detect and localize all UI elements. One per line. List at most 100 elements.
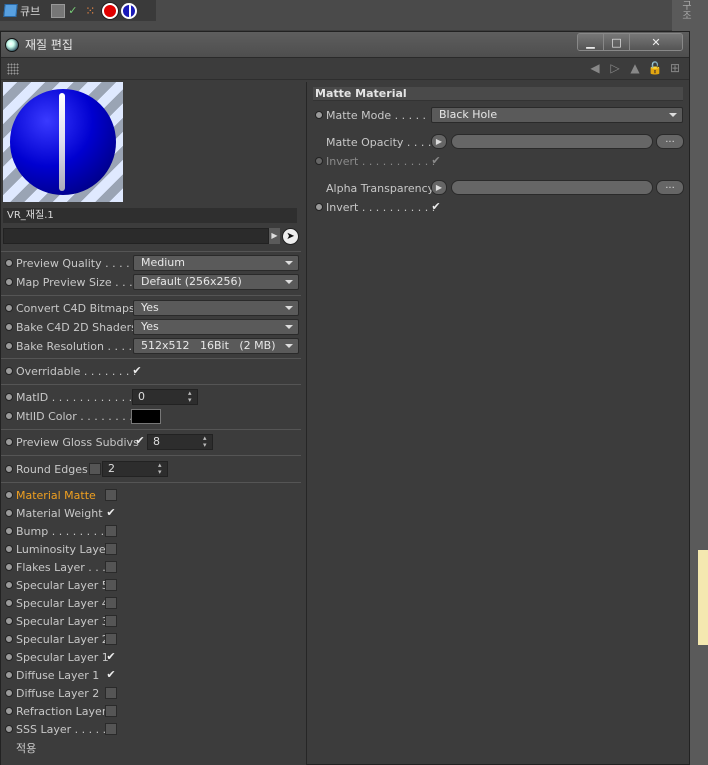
layer-label[interactable]: Diffuse Layer 2 (16, 687, 99, 700)
anim-dot-icon[interactable] (5, 545, 13, 553)
anim-dot-icon[interactable] (5, 438, 13, 446)
anim-dot-icon[interactable] (5, 653, 13, 661)
convert-bitmaps-dropdown[interactable]: Yes (133, 300, 299, 316)
anim-dot-icon[interactable] (5, 599, 13, 607)
layer-checkbox[interactable]: ✔ (105, 669, 117, 681)
layer-checkbox[interactable] (105, 579, 117, 591)
layer-label[interactable]: Diffuse Layer 1 (16, 669, 99, 682)
cube-label[interactable]: 큐브 (20, 3, 40, 19)
anim-dot-icon[interactable] (5, 393, 13, 401)
layer-checkbox[interactable] (105, 597, 117, 609)
alpha-transparency-slider[interactable] (451, 180, 653, 195)
red-material-icon[interactable] (102, 2, 119, 19)
anim-dot-icon[interactable] (5, 671, 13, 679)
anim-dot-icon[interactable] (5, 412, 13, 420)
invert-2-checkbox[interactable]: ✔ (430, 201, 442, 213)
anim-dot-icon[interactable] (5, 617, 13, 625)
mtlid-color-swatch[interactable] (131, 409, 161, 424)
anim-dot-icon[interactable] (5, 465, 13, 473)
cube-icon[interactable] (3, 4, 18, 17)
anim-dot-icon[interactable] (5, 689, 13, 697)
matte-opacity-slider[interactable] (451, 134, 653, 149)
grip-icon[interactable] (7, 63, 19, 75)
close-button[interactable]: ✕ (630, 34, 682, 50)
anim-dot-icon[interactable] (5, 581, 13, 589)
anim-dot-icon[interactable] (315, 111, 323, 119)
layer-label[interactable]: Material Weight (16, 507, 103, 520)
layer-checkbox[interactable]: ✔ (105, 651, 117, 663)
round-edges-checkbox[interactable] (89, 463, 101, 475)
layer-checkbox[interactable]: ✔ (105, 507, 117, 519)
bake-shaders-dropdown[interactable]: Yes (133, 319, 299, 335)
back-arrow-icon[interactable]: ◀ (587, 61, 603, 75)
layer-checkbox[interactable] (105, 633, 117, 645)
anim-dot-icon[interactable] (5, 635, 13, 643)
layer-checkbox[interactable] (105, 489, 117, 501)
forward-arrow-icon[interactable]: ▷ (607, 61, 623, 75)
layer-label[interactable]: Specular Layer 1 (16, 651, 109, 664)
matte-opacity-more-button[interactable]: ... (656, 134, 684, 149)
layer-label[interactable]: SSS Layer . . . . . . (16, 723, 113, 736)
overridable-checkbox[interactable]: ✔ (131, 365, 143, 377)
anim-dot-icon[interactable] (315, 203, 323, 211)
alpha-more-button[interactable]: ... (656, 180, 684, 195)
anim-dot-icon[interactable] (5, 509, 13, 517)
anim-dot-icon[interactable] (5, 527, 13, 535)
layer-checkbox[interactable] (105, 525, 117, 537)
layer-label[interactable]: Specular Layer 4 (16, 597, 109, 610)
texture-icon[interactable] (51, 3, 66, 18)
anim-dot-icon[interactable] (5, 367, 13, 375)
anim-dot-icon[interactable] (5, 278, 13, 286)
anim-dot-icon[interactable] (5, 259, 13, 267)
anim-dot-icon[interactable] (5, 563, 13, 571)
layer-checkbox[interactable] (105, 543, 117, 555)
blue-material-icon[interactable] (121, 2, 138, 19)
matid-input[interactable]: 0 (132, 389, 198, 405)
alpha-expand-button[interactable]: ▶ (431, 180, 447, 195)
pick-cursor-icon[interactable]: ➤ (282, 228, 299, 245)
anim-dot-icon[interactable] (5, 707, 13, 715)
maximize-button[interactable]: □ (604, 34, 630, 50)
round-edges-input[interactable]: 2 (102, 461, 168, 477)
new-panel-icon[interactable]: ⊞ (667, 61, 683, 75)
anim-dot-icon[interactable] (5, 304, 13, 312)
layer-label[interactable]: Material Matte (16, 489, 96, 502)
anim-dot-icon[interactable] (5, 323, 13, 331)
material-name[interactable]: VR_재질.1 (3, 208, 297, 223)
tag-check-icon[interactable]: ✓ (68, 4, 82, 18)
layer-label[interactable]: Luminosity Layer (16, 543, 110, 556)
layer-checkbox[interactable] (105, 687, 117, 699)
layer-label[interactable]: Specular Layer 5 (16, 579, 109, 592)
material-preview[interactable] (3, 82, 123, 202)
minimize-button[interactable]: ▁ (578, 34, 604, 50)
particles-icon[interactable]: ⁙ (85, 4, 99, 18)
anim-dot-icon[interactable] (5, 491, 13, 499)
matte-opacity-expand-button[interactable]: ▶ (431, 134, 447, 149)
map-preview-size-dropdown[interactable]: Default (256x256) (133, 274, 299, 290)
link-play-button[interactable]: ▶ (269, 228, 280, 244)
title-bar[interactable]: 재질 편집 ▁ □ ✕ (1, 32, 689, 58)
apply-button[interactable]: 적용 (16, 740, 36, 756)
preview-gloss-checkbox[interactable]: ✔ (134, 435, 146, 447)
layer-checkbox[interactable] (105, 615, 117, 627)
anim-dot-icon[interactable] (5, 725, 13, 733)
layer-label[interactable]: Flakes Layer . . . . (16, 561, 113, 574)
anim-dot-icon[interactable] (315, 157, 323, 165)
layer-checkbox[interactable] (105, 705, 117, 717)
layer-label[interactable]: Bump . . . . . . . . . (16, 525, 111, 538)
preview-gloss-input[interactable]: 8 (147, 434, 213, 450)
preview-quality-dropdown[interactable]: Medium (133, 255, 299, 271)
layer-checkbox[interactable] (105, 723, 117, 735)
lock-icon[interactable]: 🔓 (647, 61, 663, 75)
matte-mode-dropdown[interactable]: Black Hole (431, 107, 683, 123)
bake-resolution-dropdown[interactable]: 512x512 16Bit (2 MB) (133, 338, 299, 354)
material-link-field[interactable] (3, 228, 269, 244)
invert-1-checkbox[interactable]: ✔ (430, 155, 442, 167)
layer-label[interactable]: Refraction Layer (16, 705, 106, 718)
anim-dot-icon[interactable] (5, 342, 13, 350)
up-arrow-icon[interactable]: ▲ (627, 61, 643, 75)
layer-label[interactable]: Specular Layer 3 (16, 615, 109, 628)
layer-label[interactable]: Specular Layer 2 (16, 633, 109, 646)
separator (1, 429, 301, 430)
layer-checkbox[interactable] (105, 561, 117, 573)
